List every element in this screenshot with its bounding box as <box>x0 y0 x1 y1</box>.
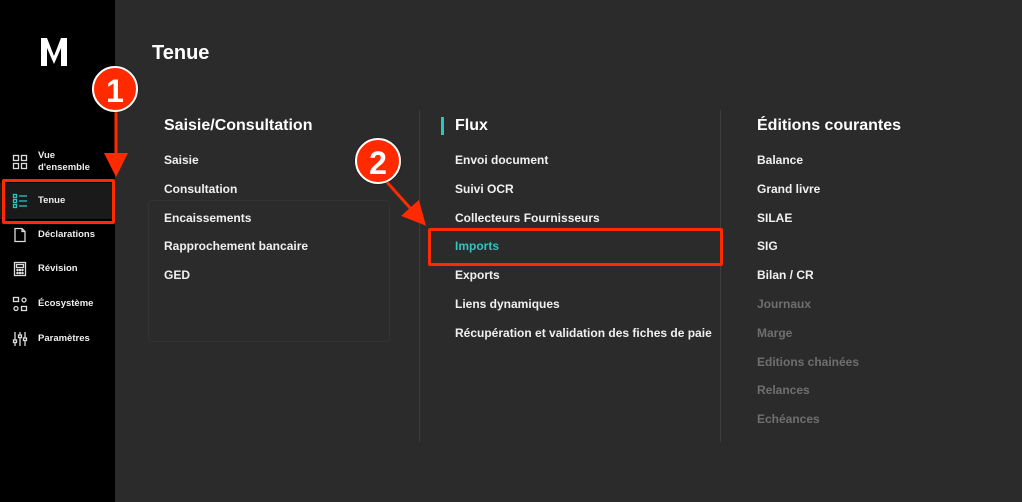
menu-item-editions-chainees[interactable]: Editions chainées <box>757 348 901 377</box>
column-divider <box>419 110 420 442</box>
column-saisie-consultation: Saisie/Consultation Saisie Consultation … <box>164 115 312 290</box>
column-heading: Saisie/Consultation <box>164 117 313 134</box>
menu-item-relances[interactable]: Relances <box>757 376 901 405</box>
tenue-highlight <box>2 179 115 224</box>
sliders-icon <box>12 332 28 346</box>
menu-item-encaissements[interactable]: Encaissements <box>164 204 312 233</box>
sidebar-item-label: Écosystème <box>38 298 94 309</box>
menu-item-ged[interactable]: GED <box>164 261 312 290</box>
network-icon <box>12 296 28 312</box>
menu-item-rapprochement-bancaire[interactable]: Rapprochement bancaire <box>164 232 312 261</box>
imports-highlight <box>428 228 723 266</box>
step-badge-2: 2 <box>355 138 401 184</box>
flux-accent-bar <box>441 117 444 135</box>
menu-item-balance[interactable]: Balance <box>757 146 901 175</box>
menu-item-grand-livre[interactable]: Grand livre <box>757 175 901 204</box>
menu-item-suivi-ocr[interactable]: Suivi OCR <box>455 175 712 204</box>
calculator-icon <box>13 261 27 277</box>
sidebar-item-label: Paramètres <box>38 333 90 344</box>
menu-item-saisie[interactable]: Saisie <box>164 146 312 175</box>
menu-item-journaux[interactable]: Journaux <box>757 290 901 319</box>
menu-item-silae[interactable]: SILAE <box>757 204 901 233</box>
sidebar-item-revision[interactable]: Révision <box>0 260 115 278</box>
sidebar-item-declarations[interactable]: Déclarations <box>0 226 115 244</box>
sidebar-item-label: Révision <box>38 263 78 274</box>
column-editions-courantes: Éditions courantes Balance Grand livre S… <box>757 115 901 434</box>
sidebar-item-label: Déclarations <box>38 229 96 240</box>
menu-item-liens-dynamiques[interactable]: Liens dynamiques <box>455 290 712 319</box>
sidebar-item-label: Vue d'ensemble <box>38 150 90 173</box>
sidebar-item-ecosysteme[interactable]: Écosystème <box>0 295 115 313</box>
column-heading: Éditions courantes <box>757 117 902 134</box>
logo-icon <box>41 38 67 66</box>
menu-item-consultation[interactable]: Consultation <box>164 175 312 204</box>
menu-title: Tenue <box>152 42 210 64</box>
document-icon <box>14 227 26 243</box>
menu-item-bilan-cr[interactable]: Bilan / CR <box>757 261 901 290</box>
menu-item-marge[interactable]: Marge <box>757 319 901 348</box>
column-heading: Flux <box>455 117 488 134</box>
menu-item-envoi-document[interactable]: Envoi document <box>455 146 712 175</box>
column-divider <box>720 110 721 442</box>
grid-icon <box>12 154 28 170</box>
menu-item-fiches-de-paie[interactable]: Récupération et validation des fiches de… <box>455 319 712 348</box>
menu-item-echeances[interactable]: Echéances <box>757 405 901 434</box>
sidebar-item-vue-ensemble[interactable]: Vue d'ensemble <box>0 148 115 176</box>
step-badge-1: 1 <box>92 66 138 112</box>
menu-item-sig[interactable]: SIG <box>757 232 901 261</box>
sidebar-item-parametres[interactable]: Paramètres <box>0 330 115 348</box>
